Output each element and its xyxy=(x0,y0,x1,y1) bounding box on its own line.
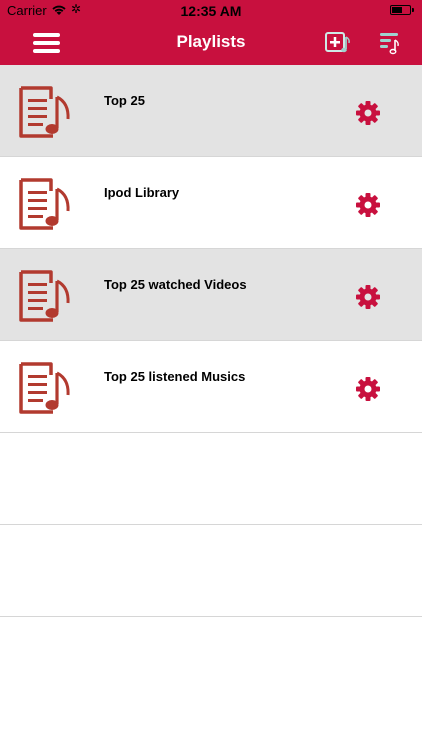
playlist-title: Ipod Library xyxy=(104,185,180,200)
playlist-title: Top 25 xyxy=(104,93,145,108)
add-playlist-button[interactable] xyxy=(324,31,352,60)
playlist-settings-gear-icon[interactable] xyxy=(354,191,382,224)
add-playlist-icon xyxy=(325,32,350,53)
status-time: 12:35 AM xyxy=(180,3,242,19)
playlist-title: Top 25 watched Videos xyxy=(104,277,247,292)
playlist-title: Top 25 listened Musics xyxy=(104,369,246,384)
playlist-settings-gear-icon[interactable] xyxy=(354,375,382,408)
playlist-row[interactable]: Ipod Library xyxy=(0,157,422,249)
playlist-settings-gear-icon[interactable] xyxy=(354,99,382,132)
battery-icon xyxy=(390,5,411,15)
status-bar: Carrier ✲ 12:35 AM xyxy=(0,0,422,22)
playlist-settings-gear-icon[interactable] xyxy=(354,283,382,316)
battery-tip xyxy=(412,8,414,12)
playlist-row[interactable]: Top 25 xyxy=(0,65,422,157)
navigation-bar: Playlists xyxy=(0,22,422,65)
playlist-document-icon xyxy=(17,85,73,144)
playlist-list: Top 25 Ipod Library Top 25 watched Video… xyxy=(0,65,422,617)
playlist-row[interactable]: Top 25 listened Musics xyxy=(0,341,422,433)
playlist-document-icon xyxy=(17,177,73,236)
queue-settings-button[interactable] xyxy=(377,30,403,61)
music-list-icon xyxy=(380,33,399,55)
page-title: Playlists xyxy=(176,32,246,51)
playlist-document-icon xyxy=(17,361,73,420)
playlist-row[interactable]: Top 25 watched Videos xyxy=(0,249,422,341)
empty-row xyxy=(0,433,422,525)
playlist-document-icon xyxy=(17,269,73,328)
empty-row xyxy=(0,525,422,617)
